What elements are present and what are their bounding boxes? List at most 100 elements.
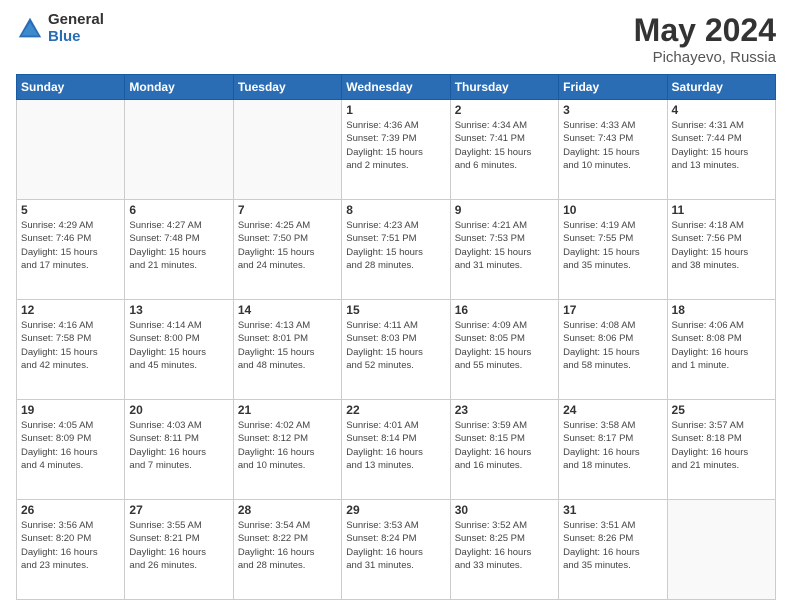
calendar-cell <box>667 500 775 600</box>
day-info: Sunrise: 3:52 AM Sunset: 8:25 PM Dayligh… <box>455 519 554 572</box>
logo-general: General <box>48 12 104 29</box>
logo-blue-text: Blue <box>48 29 104 46</box>
calendar-cell: 4 Sunrise: 4:31 AM Sunset: 7:44 PM Daylig… <box>667 100 775 200</box>
logo-icon <box>16 15 44 43</box>
calendar-cell <box>233 100 341 200</box>
calendar-week-2: 12Sunrise: 4:16 AM Sunset: 7:58 PM Dayli… <box>17 300 776 400</box>
title-location: Pichayevo, Russia <box>634 49 776 66</box>
day-info: Sunrise: 4:09 AM Sunset: 8:05 PM Dayligh… <box>455 319 554 372</box>
calendar-cell: 6 Sunrise: 4:27 AM Sunset: 7:48 PM Daylig… <box>125 200 233 300</box>
calendar-cell: 22 Sunrise: 4:01 AM Sunset: 8:14 PM Dayli… <box>342 400 450 500</box>
col-wednesday: Wednesday <box>342 75 450 100</box>
calendar-cell: 2 Sunrise: 4:34 AM Sunset: 7:41 PM Daylig… <box>450 100 558 200</box>
calendar-cell: 16 Sunrise: 4:09 AM Sunset: 8:05 PM Dayli… <box>450 300 558 400</box>
calendar-cell: 24Sunrise: 3:58 AM Sunset: 8:17 PM Dayli… <box>559 400 667 500</box>
day-number: 19 <box>21 403 120 417</box>
day-number: 17 <box>563 303 662 317</box>
col-sunday: Sunday <box>17 75 125 100</box>
day-info: Sunrise: 4:13 AM Sunset: 8:01 PM Dayligh… <box>238 319 337 372</box>
day-info: Sunrise: 4:14 AM Sunset: 8:00 PM Dayligh… <box>129 319 228 372</box>
calendar-cell: 11 Sunrise: 4:18 AM Sunset: 7:56 PM Dayli… <box>667 200 775 300</box>
calendar-header-row: Sunday Monday Tuesday Wednesday Thursday… <box>17 75 776 100</box>
calendar-cell: 1 Sunrise: 4:36 AM Sunset: 7:39 PM Daylig… <box>342 100 450 200</box>
calendar-cell: 18 Sunrise: 4:06 AM Sunset: 8:08 PM Dayli… <box>667 300 775 400</box>
calendar-table: Sunday Monday Tuesday Wednesday Thursday… <box>16 74 776 600</box>
day-number: 15 <box>346 303 445 317</box>
col-friday: Friday <box>559 75 667 100</box>
day-info: Sunrise: 4:36 AM Sunset: 7:39 PM Dayligh… <box>346 119 445 172</box>
day-number: 28 <box>238 503 337 517</box>
day-info: Sunrise: 4:01 AM Sunset: 8:14 PM Dayligh… <box>346 419 445 472</box>
day-info: Sunrise: 4:31 AM Sunset: 7:44 PM Dayligh… <box>672 119 771 172</box>
calendar-cell: 28Sunrise: 3:54 AM Sunset: 8:22 PM Dayli… <box>233 500 341 600</box>
calendar-cell: 14 Sunrise: 4:13 AM Sunset: 8:01 PM Dayli… <box>233 300 341 400</box>
day-number: 6 <box>129 203 228 217</box>
day-number: 30 <box>455 503 554 517</box>
col-tuesday: Tuesday <box>233 75 341 100</box>
day-number: 14 <box>238 303 337 317</box>
calendar-cell: 17 Sunrise: 4:08 AM Sunset: 8:06 PM Dayli… <box>559 300 667 400</box>
header: General Blue May 2024 Pichayevo, Russia <box>16 12 776 66</box>
day-info: Sunrise: 4:06 AM Sunset: 8:08 PM Dayligh… <box>672 319 771 372</box>
day-number: 7 <box>238 203 337 217</box>
day-number: 18 <box>672 303 771 317</box>
day-info: Sunrise: 4:08 AM Sunset: 8:06 PM Dayligh… <box>563 319 662 372</box>
calendar-cell <box>17 100 125 200</box>
calendar-week-1: 5 Sunrise: 4:29 AM Sunset: 7:46 PM Daylig… <box>17 200 776 300</box>
calendar-cell: 23Sunrise: 3:59 AM Sunset: 8:15 PM Dayli… <box>450 400 558 500</box>
day-number: 8 <box>346 203 445 217</box>
col-saturday: Saturday <box>667 75 775 100</box>
day-info: Sunrise: 4:29 AM Sunset: 7:46 PM Dayligh… <box>21 219 120 272</box>
calendar-week-4: 26 Sunrise: 3:56 AM Sunset: 8:20 PM Dayli… <box>17 500 776 600</box>
day-number: 1 <box>346 103 445 117</box>
day-number: 16 <box>455 303 554 317</box>
calendar-cell: 19Sunrise: 4:05 AM Sunset: 8:09 PM Dayli… <box>17 400 125 500</box>
day-number: 5 <box>21 203 120 217</box>
day-info: Sunrise: 3:53 AM Sunset: 8:24 PM Dayligh… <box>346 519 445 572</box>
day-info: Sunrise: 3:55 AM Sunset: 8:21 PM Dayligh… <box>129 519 228 572</box>
calendar-cell: 31Sunrise: 3:51 AM Sunset: 8:26 PM Dayli… <box>559 500 667 600</box>
logo-text: General Blue <box>48 12 104 45</box>
calendar-cell: 30 Sunrise: 3:52 AM Sunset: 8:25 PM Dayli… <box>450 500 558 600</box>
calendar-cell: 20Sunrise: 4:03 AM Sunset: 8:11 PM Dayli… <box>125 400 233 500</box>
calendar-cell: 12Sunrise: 4:16 AM Sunset: 7:58 PM Dayli… <box>17 300 125 400</box>
calendar-cell: 15Sunrise: 4:11 AM Sunset: 8:03 PM Dayli… <box>342 300 450 400</box>
day-info: Sunrise: 3:56 AM Sunset: 8:20 PM Dayligh… <box>21 519 120 572</box>
day-info: Sunrise: 3:59 AM Sunset: 8:15 PM Dayligh… <box>455 419 554 472</box>
day-number: 25 <box>672 403 771 417</box>
calendar-cell: 29 Sunrise: 3:53 AM Sunset: 8:24 PM Dayli… <box>342 500 450 600</box>
day-number: 11 <box>672 203 771 217</box>
calendar-cell: 9Sunrise: 4:21 AM Sunset: 7:53 PM Daylig… <box>450 200 558 300</box>
day-number: 2 <box>455 103 554 117</box>
day-number: 29 <box>346 503 445 517</box>
day-number: 21 <box>238 403 337 417</box>
day-number: 9 <box>455 203 554 217</box>
day-number: 4 <box>672 103 771 117</box>
day-info: Sunrise: 3:57 AM Sunset: 8:18 PM Dayligh… <box>672 419 771 472</box>
day-number: 27 <box>129 503 228 517</box>
calendar-week-3: 19Sunrise: 4:05 AM Sunset: 8:09 PM Dayli… <box>17 400 776 500</box>
calendar-week-0: 1 Sunrise: 4:36 AM Sunset: 7:39 PM Daylig… <box>17 100 776 200</box>
day-info: Sunrise: 4:33 AM Sunset: 7:43 PM Dayligh… <box>563 119 662 172</box>
calendar-cell: 3 Sunrise: 4:33 AM Sunset: 7:43 PM Daylig… <box>559 100 667 200</box>
day-info: Sunrise: 4:25 AM Sunset: 7:50 PM Dayligh… <box>238 219 337 272</box>
day-number: 10 <box>563 203 662 217</box>
day-info: Sunrise: 4:03 AM Sunset: 8:11 PM Dayligh… <box>129 419 228 472</box>
day-info: Sunrise: 4:27 AM Sunset: 7:48 PM Dayligh… <box>129 219 228 272</box>
calendar-cell <box>125 100 233 200</box>
day-number: 3 <box>563 103 662 117</box>
calendar-cell: 13Sunrise: 4:14 AM Sunset: 8:00 PM Dayli… <box>125 300 233 400</box>
day-number: 26 <box>21 503 120 517</box>
day-number: 22 <box>346 403 445 417</box>
title-block: May 2024 Pichayevo, Russia <box>634 12 776 66</box>
day-info: Sunrise: 4:18 AM Sunset: 7:56 PM Dayligh… <box>672 219 771 272</box>
day-info: Sunrise: 3:51 AM Sunset: 8:26 PM Dayligh… <box>563 519 662 572</box>
calendar-cell: 10Sunrise: 4:19 AM Sunset: 7:55 PM Dayli… <box>559 200 667 300</box>
page: General Blue May 2024 Pichayevo, Russia … <box>0 0 792 612</box>
day-info: Sunrise: 4:34 AM Sunset: 7:41 PM Dayligh… <box>455 119 554 172</box>
calendar-cell: 7 Sunrise: 4:25 AM Sunset: 7:50 PM Daylig… <box>233 200 341 300</box>
day-number: 24 <box>563 403 662 417</box>
day-info: Sunrise: 4:16 AM Sunset: 7:58 PM Dayligh… <box>21 319 120 372</box>
col-monday: Monday <box>125 75 233 100</box>
calendar-cell: 27 Sunrise: 3:55 AM Sunset: 8:21 PM Dayli… <box>125 500 233 600</box>
